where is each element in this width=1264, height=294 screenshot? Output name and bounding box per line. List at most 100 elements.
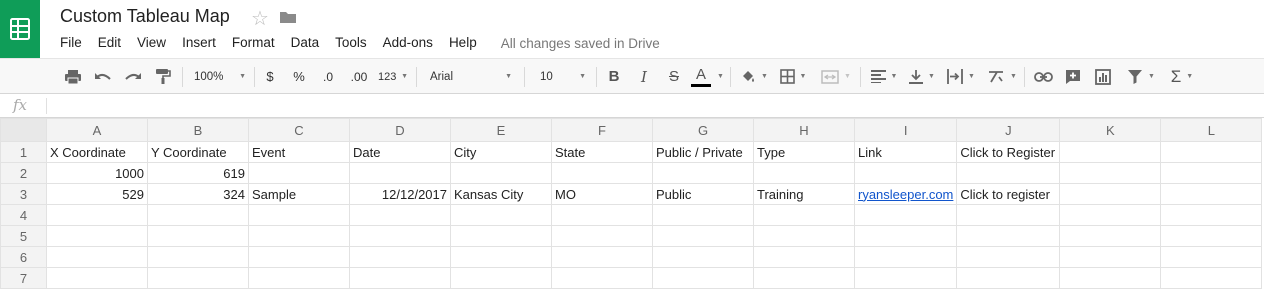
currency-format-button[interactable]: $ (262, 59, 278, 94)
cell-h3[interactable]: Training (753, 183, 855, 205)
cell-g6[interactable] (652, 246, 754, 268)
cell-i7[interactable] (853, 267, 958, 289)
cell-k1[interactable] (1059, 141, 1162, 163)
undo-icon[interactable] (92, 59, 114, 94)
cell-a1[interactable]: X Coordinate (46, 141, 148, 163)
cell-b2[interactable]: 619 (147, 162, 249, 184)
column-header-d[interactable]: D (349, 118, 451, 142)
merge-cells-button[interactable]: ▼ (818, 59, 854, 94)
cell-c7[interactable] (248, 267, 350, 289)
cell-h5[interactable] (753, 225, 855, 247)
cell-l7[interactable] (1160, 267, 1263, 289)
cell-i5[interactable] (853, 225, 958, 247)
cell-i3[interactable]: ryansleeper.com (853, 183, 958, 205)
column-header-l[interactable]: L (1160, 118, 1263, 142)
cell-g5[interactable] (652, 225, 754, 247)
column-header-b[interactable]: B (147, 118, 249, 142)
cell-d7[interactable] (349, 267, 451, 289)
cell-b5[interactable] (147, 225, 249, 247)
cell-k7[interactable] (1059, 267, 1162, 289)
save-status[interactable]: All changes saved in Drive (501, 36, 660, 51)
text-wrap-button[interactable]: ▼ (944, 59, 978, 94)
cell-b6[interactable] (147, 246, 249, 268)
cell-k5[interactable] (1059, 225, 1162, 247)
menu-format[interactable]: Format (224, 34, 283, 52)
cell-l6[interactable] (1160, 246, 1263, 268)
menu-file[interactable]: File (52, 34, 90, 52)
column-header-a[interactable]: A (46, 118, 148, 142)
increase-decimal-button[interactable]: .00 (346, 59, 372, 94)
menu-data[interactable]: Data (283, 34, 328, 52)
cell-k4[interactable] (1059, 204, 1162, 226)
select-all-corner[interactable] (0, 118, 47, 142)
insert-comment-button[interactable] (1062, 59, 1084, 94)
bold-button[interactable]: B (604, 59, 624, 94)
cell-e1[interactable]: City (450, 141, 552, 163)
document-title[interactable]: Custom Tableau Map (60, 6, 230, 27)
cell-c5[interactable] (248, 225, 350, 247)
cell-a2[interactable]: 1000 (46, 162, 148, 184)
cell-g7[interactable] (652, 267, 754, 289)
percent-format-button[interactable]: % (290, 59, 308, 94)
cell-f1[interactable]: State (551, 141, 653, 163)
row-header-5[interactable]: 5 (0, 225, 47, 247)
cell-a6[interactable] (46, 246, 148, 268)
cell-h1[interactable]: Type (753, 141, 855, 163)
decrease-decimal-button[interactable]: .0 (318, 59, 338, 94)
cell-l2[interactable] (1160, 162, 1263, 184)
cell-c4[interactable] (248, 204, 350, 226)
row-header-2[interactable]: 2 (0, 162, 47, 184)
menu-view[interactable]: View (129, 34, 174, 52)
cell-e4[interactable] (450, 204, 552, 226)
column-header-k[interactable]: K (1059, 118, 1162, 142)
cell-l1[interactable] (1160, 141, 1263, 163)
cell-a7[interactable] (46, 267, 148, 289)
font-family-select[interactable]: Arial ▼ (430, 59, 512, 94)
cell-f4[interactable] (551, 204, 653, 226)
cell-g1[interactable]: Public / Private (652, 141, 754, 163)
cell-g3[interactable]: Public (652, 183, 754, 205)
cell-c2[interactable] (248, 162, 350, 184)
cell-g2[interactable] (652, 162, 754, 184)
cell-d4[interactable] (349, 204, 451, 226)
cell-j6[interactable] (956, 246, 1061, 268)
font-size-select[interactable]: 10 ▼ (540, 59, 586, 94)
cell-e2[interactable] (450, 162, 552, 184)
borders-button[interactable]: ▼ (778, 59, 808, 94)
cell-c1[interactable]: Event (248, 141, 350, 163)
column-header-e[interactable]: E (450, 118, 552, 142)
redo-icon[interactable] (122, 59, 144, 94)
cell-k6[interactable] (1059, 246, 1162, 268)
strikethrough-button[interactable]: S (664, 59, 684, 94)
cell-l4[interactable] (1160, 204, 1263, 226)
filter-button[interactable]: ▼ (1122, 59, 1160, 94)
cell-a5[interactable] (46, 225, 148, 247)
cell-j4[interactable] (956, 204, 1061, 226)
more-formats-select[interactable]: 123 ▼ (378, 59, 408, 94)
cell-j3[interactable]: Click to register (956, 183, 1061, 205)
cell-d6[interactable] (349, 246, 451, 268)
cell-a3[interactable]: 529 (46, 183, 148, 205)
cell-k3[interactable] (1059, 183, 1162, 205)
cell-f7[interactable] (551, 267, 653, 289)
cell-d1[interactable]: Date (349, 141, 451, 163)
horizontal-align-button[interactable]: ▼ (868, 59, 900, 94)
menu-insert[interactable]: Insert (174, 34, 224, 52)
cell-i1[interactable]: Link (853, 141, 958, 163)
column-header-h[interactable]: H (753, 118, 855, 142)
column-header-c[interactable]: C (248, 118, 350, 142)
italic-button[interactable]: I (634, 59, 654, 94)
cell-i4[interactable] (853, 204, 958, 226)
cell-h2[interactable] (753, 162, 855, 184)
vertical-align-button[interactable]: ▼ (906, 59, 938, 94)
cell-a4[interactable] (46, 204, 148, 226)
menu-help[interactable]: Help (441, 34, 485, 52)
star-icon[interactable]: ☆ (251, 6, 269, 31)
cell-e6[interactable] (450, 246, 552, 268)
cell-link[interactable]: ryansleeper.com (858, 187, 953, 202)
cell-f5[interactable] (551, 225, 653, 247)
column-header-g[interactable]: G (652, 118, 754, 142)
paint-format-icon[interactable] (152, 59, 174, 94)
row-header-3[interactable]: 3 (0, 183, 47, 205)
cell-f3[interactable]: MO (551, 183, 653, 205)
